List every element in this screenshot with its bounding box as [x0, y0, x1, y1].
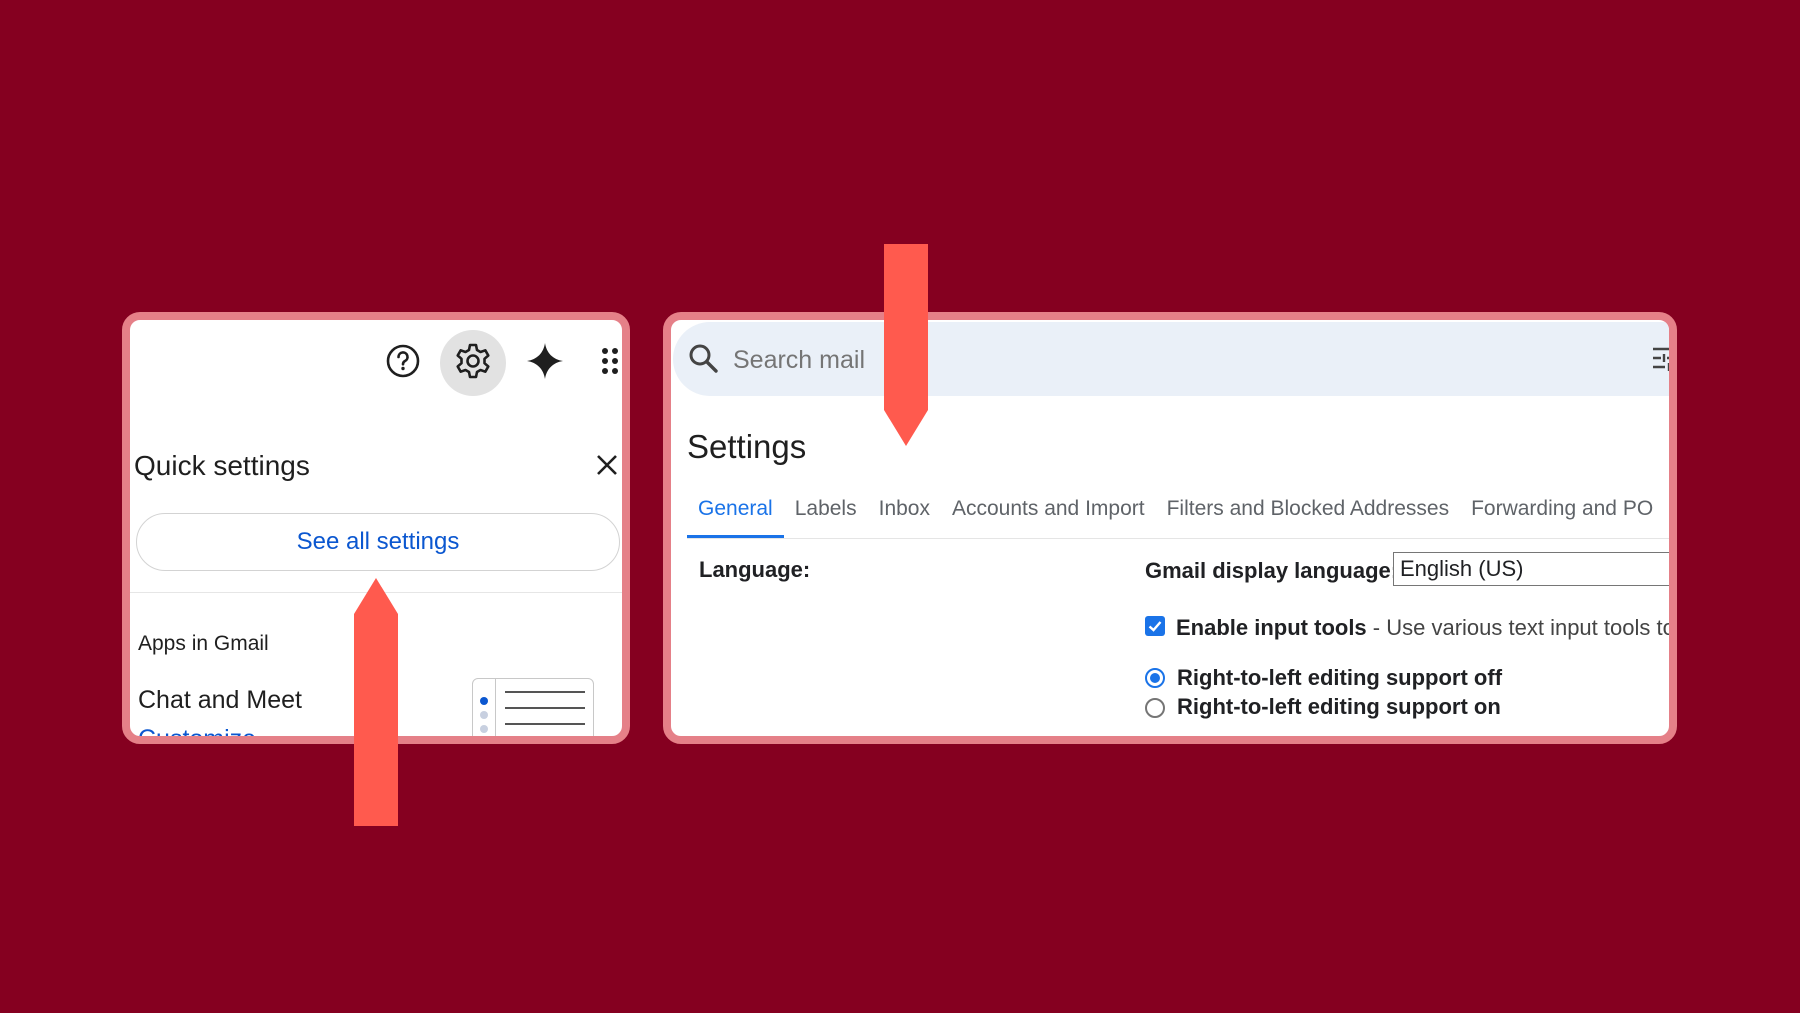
rtl-on-label: Right-to-left editing support on	[1177, 694, 1501, 719]
tab-accounts-and-import[interactable]: Accounts and Import	[941, 488, 1156, 538]
display-language-select[interactable]: English (US)	[1393, 552, 1669, 586]
thumbnail-line	[505, 739, 585, 741]
layout-thumbnail[interactable]	[472, 678, 594, 744]
settings-gear-button[interactable]	[440, 330, 506, 396]
search-options-icon[interactable]	[1651, 344, 1669, 377]
rtl-off-radio[interactable]	[1145, 668, 1165, 688]
top-toolbar	[370, 330, 622, 400]
down-arrow-annotation	[884, 244, 928, 446]
apps-in-gmail-heading: Apps in Gmail	[138, 632, 269, 655]
tab-labels[interactable]: Labels	[784, 488, 868, 538]
page-title: Settings	[687, 428, 807, 465]
thumbnail-line	[505, 723, 585, 725]
thumbnail-line	[505, 707, 585, 709]
settings-tabs: General Labels Inbox Accounts and Import Fil…	[687, 488, 1669, 538]
search-input[interactable]	[731, 340, 1135, 380]
chat-and-meet-label: Chat and Meet	[138, 686, 302, 714]
tab-general[interactable]: General	[687, 488, 784, 538]
settings-page: Settings GeneralLabelsInboxAccounts and …	[663, 312, 1677, 744]
help-button[interactable]	[370, 330, 436, 396]
language-section-label: Language:	[699, 557, 811, 582]
rtl-off-label: Right-to-left editing support off	[1177, 665, 1503, 690]
see-all-settings-button[interactable]: See all settings	[136, 513, 620, 571]
checkmark-icon	[1148, 621, 1162, 632]
rtl-on-radio[interactable]	[1145, 698, 1165, 718]
apps-grid-icon	[600, 346, 622, 381]
enable-input-tools-checkbox[interactable]	[1145, 616, 1165, 636]
gemini-button[interactable]	[512, 330, 578, 396]
tab-inbox[interactable]: Inbox	[868, 488, 941, 538]
thumbnail-dot	[480, 711, 488, 719]
thumbnail-dot	[480, 725, 488, 733]
help-icon	[385, 343, 421, 384]
tab-filters-and-blocked-addresses[interactable]: Filters and Blocked Addresses	[1156, 488, 1460, 538]
thumbnail-dot	[480, 697, 488, 705]
search-bar[interactable]	[673, 322, 1669, 396]
enable-input-tools-label: Enable input tools	[1176, 615, 1367, 640]
close-button[interactable]	[592, 452, 622, 482]
quick-settings-title: Quick settings	[134, 450, 310, 481]
thumbnail-sidebar	[473, 679, 496, 744]
thumbnail-dot	[480, 739, 488, 744]
customize-link[interactable]: Customize	[138, 725, 256, 736]
tabs-divider	[687, 538, 1669, 539]
tab-forwarding[interactable]: Forwarding and PO	[1460, 488, 1664, 538]
gear-icon	[454, 342, 492, 385]
enable-input-tools-description: - Use various text input tools to typ	[1372, 615, 1677, 640]
search-icon[interactable]	[687, 342, 719, 379]
close-icon	[595, 453, 619, 482]
enable-input-tools-row: Enable input tools - Use various text in…	[1176, 615, 1677, 641]
gemini-sparkle-icon	[525, 341, 565, 386]
google-apps-button[interactable]	[582, 330, 622, 396]
display-language-label: Gmail display language:	[1145, 558, 1399, 583]
thumbnail-line	[505, 691, 585, 693]
up-arrow-annotation	[354, 578, 398, 826]
